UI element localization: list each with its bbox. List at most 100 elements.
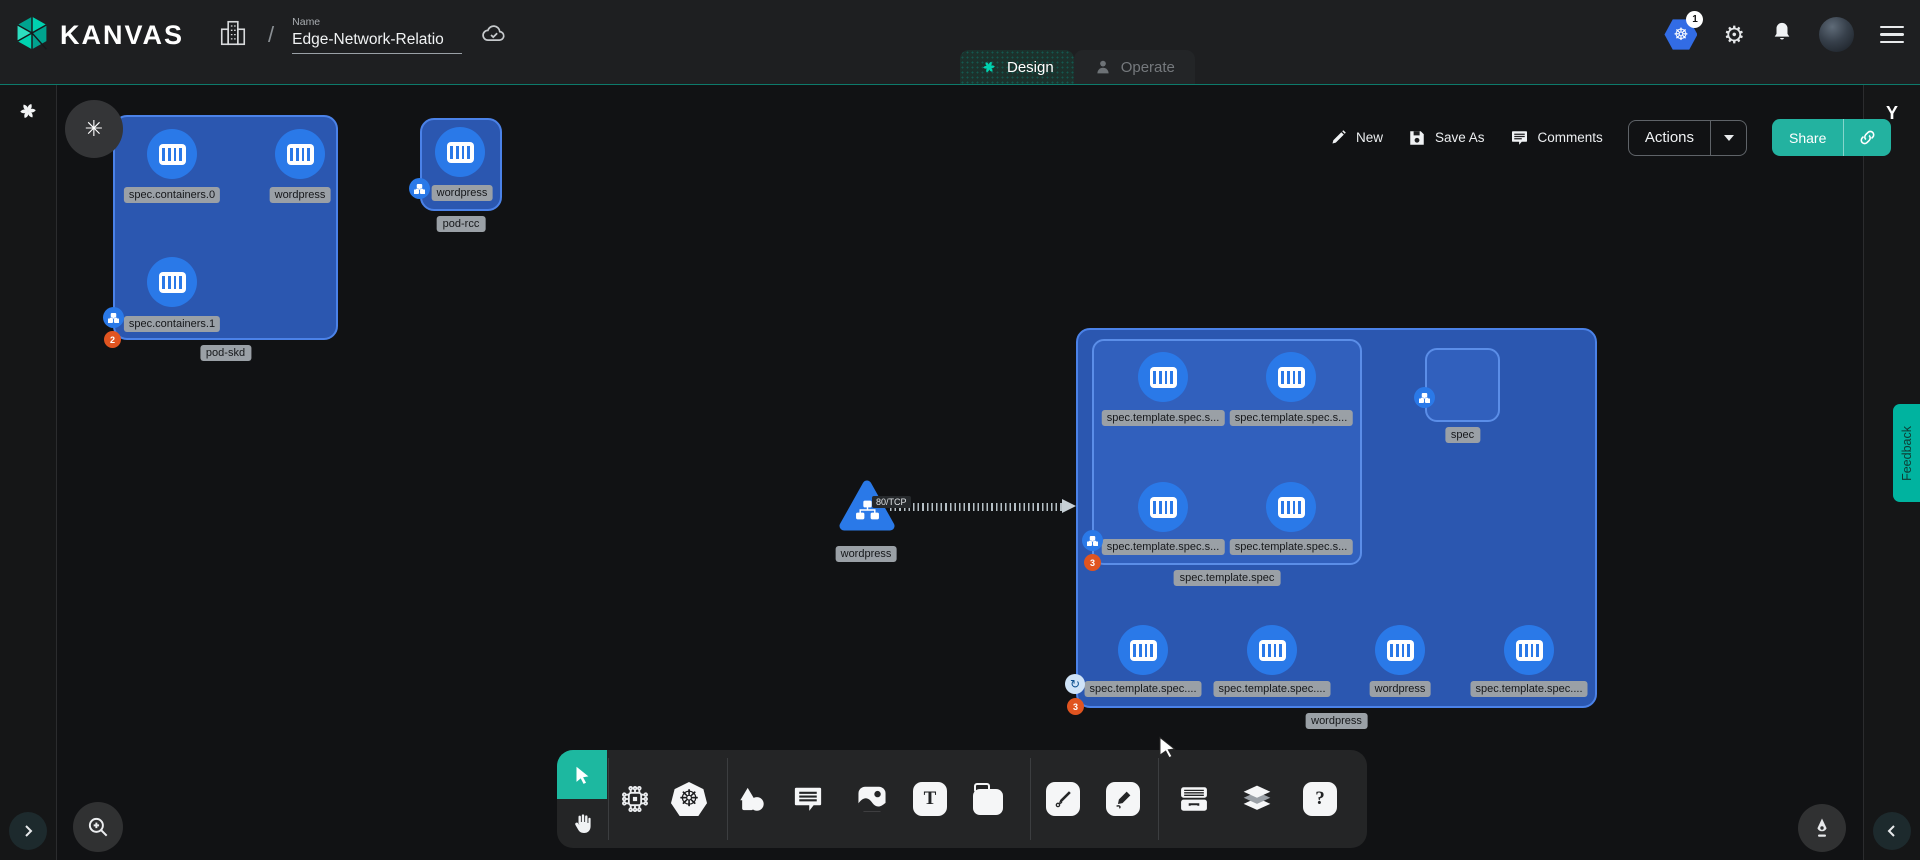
container-icon xyxy=(159,272,186,293)
comments-label: Comments xyxy=(1538,130,1603,145)
group-spec-template-spec[interactable]: spec.template.spec.s... spec.template.sp… xyxy=(1092,339,1362,565)
copy-link-button[interactable] xyxy=(1843,119,1891,156)
pencil-new-icon xyxy=(1330,129,1347,146)
container-icon xyxy=(1278,497,1305,518)
toolbar-divider xyxy=(1030,758,1031,840)
node-spec-containers-1[interactable] xyxy=(147,257,197,307)
mouse-cursor xyxy=(1155,735,1179,764)
rectangle-node-tool[interactable] xyxy=(969,778,1011,820)
design-canvas[interactable]: Y ✳ Feedback spec.containers.0 wordpress xyxy=(0,85,1920,860)
node-template-container-3[interactable] xyxy=(1266,482,1316,532)
container-icon xyxy=(287,144,314,165)
node-deployment-container-2[interactable] xyxy=(1375,625,1425,675)
components-tool[interactable] xyxy=(614,778,656,820)
share-button[interactable]: Share xyxy=(1772,119,1891,156)
actions-caret-button[interactable] xyxy=(1710,121,1746,155)
node-label: spec.template.spec.s... xyxy=(1102,410,1225,426)
shapes-tool[interactable] xyxy=(731,778,773,820)
deployment-badge-icon: ↻ xyxy=(1065,674,1085,694)
text-tool[interactable]: T xyxy=(909,778,951,820)
node-deployment-container-3[interactable] xyxy=(1504,625,1554,675)
hand-pan-icon xyxy=(570,812,594,836)
breadcrumb-separator: / xyxy=(268,22,274,48)
text-tool-icon: T xyxy=(913,782,947,816)
organization-icon[interactable] xyxy=(218,18,248,53)
caret-down-icon xyxy=(1724,135,1734,141)
logo-text: KANVAS xyxy=(60,20,184,51)
zoom-in-magnifier-icon xyxy=(85,814,111,840)
save-as-label: Save As xyxy=(1435,130,1485,145)
group-pod-skd[interactable]: spec.containers.0 wordpress spec.contain… xyxy=(113,115,338,340)
node-wordpress-container[interactable] xyxy=(275,129,325,179)
group-pod-rcc[interactable]: wordpress pod-rcc xyxy=(420,118,502,211)
comment-tool-icon xyxy=(793,785,823,813)
left-rail xyxy=(0,85,57,860)
node-label: spec.template.spec.s... xyxy=(1230,410,1353,426)
node-spec-containers-0[interactable] xyxy=(147,129,197,179)
canvas-settings-button[interactable]: ✳ xyxy=(65,100,123,158)
image-tool[interactable] xyxy=(851,778,893,820)
issue-count-badge[interactable]: 3 xyxy=(1067,698,1084,715)
group-spec[interactable]: spec xyxy=(1425,348,1500,422)
node-label: spec.template.spec.... xyxy=(1471,681,1588,697)
notifications-bell-icon[interactable] xyxy=(1771,20,1793,49)
zoom-tool-button[interactable] xyxy=(73,802,123,852)
settings-gear-icon[interactable]: ⚙ xyxy=(1723,23,1745,47)
container-icon xyxy=(1278,367,1305,388)
kubernetes-tool[interactable]: ☸ xyxy=(668,778,710,820)
actions-dropdown-button[interactable]: Actions xyxy=(1628,120,1747,156)
kubernetes-context-button[interactable]: ☸ 1 xyxy=(1664,18,1697,51)
node-label: spec.template.spec.s... xyxy=(1102,539,1225,555)
comment-tool[interactable] xyxy=(787,778,829,820)
node-template-container-0[interactable] xyxy=(1138,352,1188,402)
design-name-input[interactable] xyxy=(292,30,462,54)
group-label-wordpress: wordpress xyxy=(1305,713,1368,729)
node-label: wordpress xyxy=(270,187,331,203)
name-field-label: Name xyxy=(292,16,462,28)
share-label: Share xyxy=(1772,130,1843,146)
image-icon xyxy=(856,784,888,814)
help-tool[interactable]: ? xyxy=(1299,778,1341,820)
pan-tool[interactable] xyxy=(557,799,607,848)
expand-right-panel-button[interactable] xyxy=(1873,812,1911,850)
design-tab-icon xyxy=(980,58,998,76)
group-label-pod-rcc: pod-rcc xyxy=(437,216,486,232)
freehand-draw-tool[interactable] xyxy=(1102,778,1144,820)
design-name-block: Name xyxy=(292,16,462,54)
kanvas-logo[interactable]: KANVAS xyxy=(14,14,184,57)
node-wordpress-container[interactable] xyxy=(435,127,485,177)
tab-design[interactable]: Design xyxy=(960,50,1074,84)
feedback-tab[interactable]: Feedback xyxy=(1893,404,1920,502)
header: KANVAS / Name xyxy=(0,0,1920,85)
cloud-saved-icon xyxy=(480,21,508,50)
node-template-container-1[interactable] xyxy=(1266,352,1316,402)
container-icon xyxy=(447,142,474,163)
cursor-select-icon xyxy=(571,764,593,786)
issue-count-badge[interactable]: 3 xyxy=(1084,554,1101,571)
new-button[interactable]: New xyxy=(1330,129,1383,146)
designs-pinwheel-icon[interactable] xyxy=(16,99,40,128)
save-as-button[interactable]: Save As xyxy=(1408,129,1485,147)
node-deployment-container-0[interactable] xyxy=(1118,625,1168,675)
container-icon xyxy=(1150,367,1177,388)
kanvas-app: KANVAS / Name xyxy=(0,0,1920,860)
select-tool[interactable] xyxy=(557,750,607,799)
issue-count-badge[interactable]: 2 xyxy=(104,331,121,348)
expand-left-panel-button[interactable] xyxy=(9,812,47,850)
group-deployment-wordpress[interactable]: spec.template.spec.s... spec.template.sp… xyxy=(1076,328,1597,708)
kubernetes-wheel-icon: ☸ xyxy=(671,782,707,816)
pen-path-icon xyxy=(1046,782,1080,816)
drawer-tool[interactable] xyxy=(1173,778,1215,820)
comments-button[interactable]: Comments xyxy=(1510,129,1603,147)
toolbar-divider xyxy=(1158,758,1159,840)
pen-path-tool[interactable] xyxy=(1042,778,1084,820)
menu-hamburger-icon[interactable] xyxy=(1880,26,1904,44)
tab-operate[interactable]: Operate xyxy=(1074,50,1195,84)
user-avatar[interactable] xyxy=(1819,17,1854,52)
layers-tool[interactable] xyxy=(1236,778,1278,820)
node-deployment-container-1[interactable] xyxy=(1247,625,1297,675)
pen-mode-button[interactable] xyxy=(1798,804,1846,852)
pencil-scribble-icon xyxy=(1106,782,1140,816)
node-template-container-2[interactable] xyxy=(1138,482,1188,532)
node-label: spec.containers.1 xyxy=(124,316,220,332)
